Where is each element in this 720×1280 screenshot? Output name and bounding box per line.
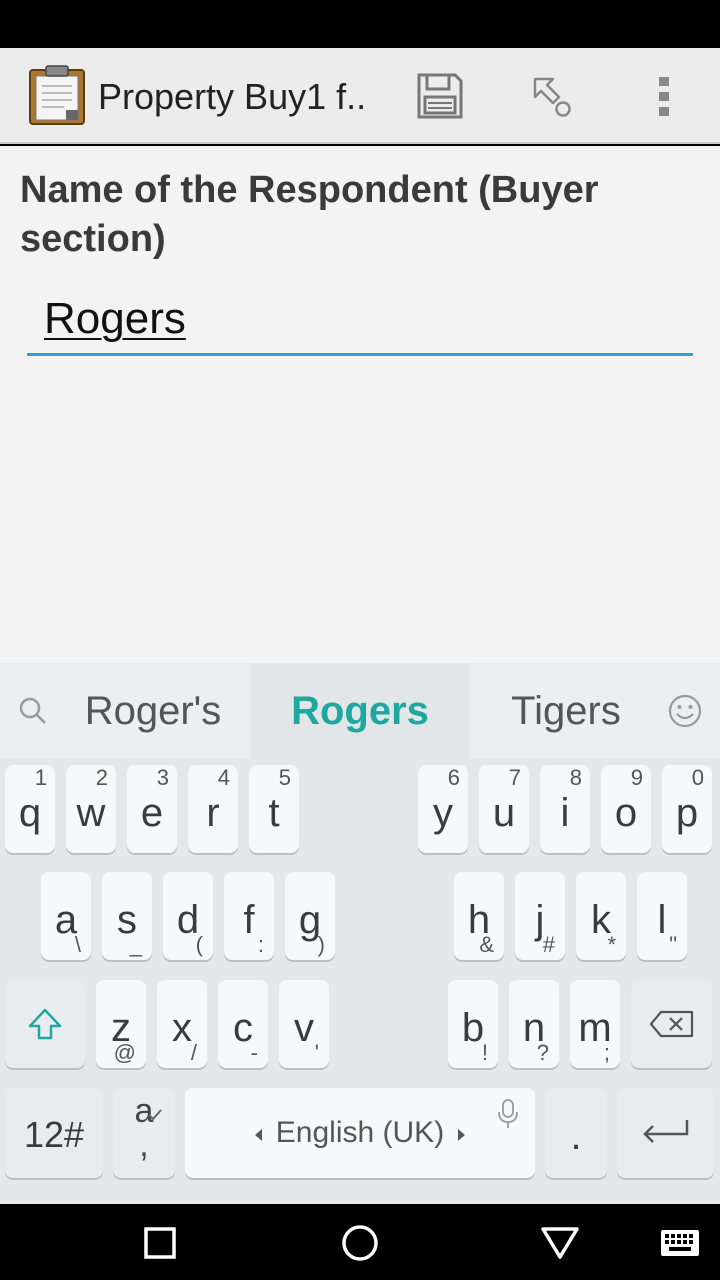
app-bar: Property Buy1 f.. xyxy=(0,48,720,144)
backspace-icon xyxy=(649,1010,694,1038)
go-to-prompt-button[interactable] xyxy=(520,68,580,124)
period-key[interactable]: . xyxy=(545,1088,607,1178)
key-m[interactable]: m; xyxy=(570,980,620,1068)
jump-arrow-icon xyxy=(533,77,571,117)
square-icon xyxy=(144,1227,176,1259)
space-key[interactable]: English (UK) xyxy=(185,1088,535,1178)
key-u[interactable]: 7u xyxy=(479,765,529,853)
key-t[interactable]: 5t xyxy=(249,765,299,853)
clipboard-icon xyxy=(29,65,85,125)
key-x[interactable]: x / xyxy=(157,980,207,1068)
suggestion-right[interactable]: Tigers xyxy=(469,663,663,759)
answer-value[interactable]: Rogers xyxy=(44,294,186,344)
space-language-label: English (UK) xyxy=(275,1116,445,1149)
triangle-icon xyxy=(541,1227,579,1259)
key-v[interactable]: v ' xyxy=(279,980,329,1068)
backspace-key[interactable] xyxy=(631,980,712,1068)
status-bar xyxy=(0,0,720,48)
suggestion-bar: Roger's Rogers Tigers xyxy=(0,663,720,759)
overflow-menu-icon xyxy=(659,77,669,116)
punctuation-key[interactable]: a , xyxy=(113,1088,175,1178)
key-e[interactable]: 3e xyxy=(127,765,177,853)
key-o[interactable]: 9o xyxy=(601,765,651,853)
key-c[interactable]: c- xyxy=(218,980,268,1068)
key-l[interactable]: l " xyxy=(637,872,687,960)
symbols-key[interactable]: 12# xyxy=(5,1088,103,1178)
key-r[interactable]: 4r xyxy=(188,765,238,853)
circle-icon xyxy=(342,1225,378,1261)
microphone-icon xyxy=(498,1099,518,1128)
keyboard-icon xyxy=(661,1230,699,1256)
save-button[interactable] xyxy=(410,68,470,124)
suggestion-left[interactable]: Roger's xyxy=(56,663,250,759)
key-d[interactable]: d( xyxy=(163,872,213,960)
emoji-button[interactable] xyxy=(656,683,714,739)
overflow-menu-button[interactable] xyxy=(634,68,694,124)
form-content: Name of the Respondent (Buyer section) R… xyxy=(0,146,720,663)
key-b[interactable]: b! xyxy=(448,980,498,1068)
right-arrow-icon xyxy=(458,1129,465,1141)
smiley-icon xyxy=(668,694,702,728)
answer-text-field[interactable]: Rogers xyxy=(27,286,693,356)
recents-button[interactable] xyxy=(130,1218,190,1268)
navigation-bar xyxy=(0,1204,720,1280)
key-p[interactable]: 0p xyxy=(662,765,712,853)
suggestion-center[interactable]: Rogers xyxy=(251,663,469,759)
enter-arrow-icon xyxy=(643,1120,689,1143)
keyboard-switch-button[interactable] xyxy=(650,1218,710,1268)
key-a[interactable]: a \ xyxy=(41,872,91,960)
key-z[interactable]: z @ xyxy=(96,980,146,1068)
question-label: Name of the Respondent (Buyer section) xyxy=(20,169,599,260)
shift-key[interactable] xyxy=(5,980,85,1068)
key-y[interactable]: 6y xyxy=(418,765,468,853)
key-g[interactable]: g) xyxy=(285,872,335,960)
soft-keyboard: Roger's Rogers Tigers 1q 2w 3e 4r 5t 6y … xyxy=(0,663,720,1204)
key-k[interactable]: k * xyxy=(576,872,626,960)
key-h[interactable]: h & xyxy=(454,872,504,960)
punctuation-bottom: , xyxy=(139,1126,149,1164)
key-w[interactable]: 2w xyxy=(66,765,116,853)
key-q[interactable]: 1q xyxy=(5,765,55,853)
search-icon xyxy=(19,697,46,724)
home-button[interactable] xyxy=(330,1218,390,1268)
shift-arrow-icon xyxy=(28,1008,62,1040)
key-j[interactable]: j # xyxy=(515,872,565,960)
key-s[interactable]: s _ xyxy=(102,872,152,960)
app-title: Property Buy1 f.. xyxy=(98,76,367,117)
enter-key[interactable] xyxy=(617,1088,714,1178)
key-i[interactable]: 8i xyxy=(540,765,590,853)
floppy-disk-icon xyxy=(417,73,463,119)
key-n[interactable]: n? xyxy=(509,980,559,1068)
check-icon xyxy=(148,1109,162,1121)
back-button[interactable] xyxy=(530,1218,590,1268)
keyboard-search-button[interactable] xyxy=(4,683,62,739)
key-f[interactable]: f: xyxy=(224,872,274,960)
